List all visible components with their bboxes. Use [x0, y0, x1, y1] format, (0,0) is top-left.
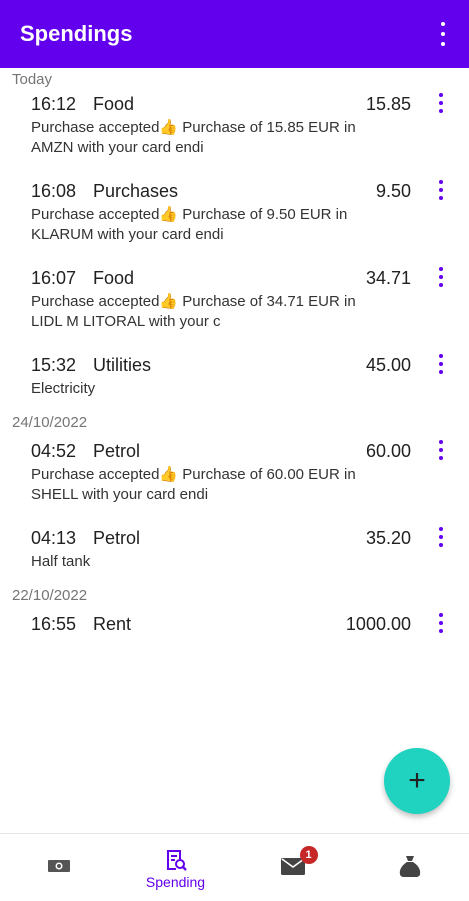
entry-amount: 9.50	[375, 181, 411, 201]
money-bag-icon	[399, 856, 420, 877]
entry-category: Utilities	[93, 355, 152, 375]
spending-entry[interactable]: 04:52 Petrol 60.00 Purchase accepted👍 Purch…	[0, 439, 469, 505]
add-icon: +	[408, 764, 426, 797]
entry-category: Purchases	[93, 181, 179, 201]
unread-badge: 1	[299, 846, 318, 864]
entry-time: 04:13	[31, 528, 77, 548]
entry-note-line: Purchase accepted👍 Purchase of 9.50 EUR …	[31, 206, 348, 223]
entry-note-line: AMZN with your card endi	[31, 139, 204, 156]
banknote-icon	[47, 860, 70, 872]
date-header: 24/10/2022	[12, 414, 88, 431]
entry-time: 16:08	[31, 181, 77, 201]
add-button[interactable]: +	[384, 748, 450, 814]
nav-item-spending[interactable]: Spending	[117, 834, 234, 901]
entry-category: Rent	[93, 614, 132, 634]
more-vert-icon[interactable]	[437, 180, 445, 200]
more-vert-icon[interactable]	[437, 613, 445, 633]
entry-amount: 35.20	[365, 528, 411, 548]
entry-amount: 60.00	[365, 441, 411, 461]
nav-item-savings[interactable]	[351, 834, 468, 901]
spending-list: Today 16:12 Food 15.85 Purchase accepted👍 Pu…	[0, 68, 469, 638]
entry-category: Petrol	[93, 441, 141, 461]
spending-entry[interactable]: 16:12 Food 15.85 Purchase accepted👍 Purchas…	[0, 92, 469, 158]
entry-amount: 15.85	[365, 94, 411, 114]
entry-note-line: Half tank	[31, 553, 91, 570]
entry-note-line: SHELL with your card endi	[31, 486, 209, 503]
date-header: Today	[12, 71, 53, 88]
spending-entry[interactable]: 16:55 Rent 1000.00	[0, 612, 469, 638]
nav-label-spending: Spending	[145, 874, 206, 890]
page-title: Spendings	[20, 21, 133, 46]
spending-entry[interactable]: 04:13 Petrol 35.20 Half tank	[0, 526, 469, 572]
entry-amount: 1000.00	[345, 614, 411, 634]
entry-time: 16:07	[31, 268, 77, 288]
spending-entry[interactable]: 15:32 Utilities 45.00 Electricity	[0, 353, 469, 399]
entry-category: Petrol	[93, 528, 141, 548]
entry-time: 16:12	[31, 94, 77, 114]
entry-note-line: LIDL M LITORAL with your c	[31, 313, 221, 330]
entry-amount: 34.71	[365, 268, 411, 288]
entry-category: Food	[93, 268, 135, 288]
receipt-search-icon	[166, 850, 187, 871]
bottom-navigation: Spending 1	[0, 833, 469, 901]
entry-note-line: Purchase accepted👍 Purchase of 15.85 EUR…	[31, 119, 356, 136]
more-vert-icon[interactable]	[437, 440, 445, 460]
nav-item-messages[interactable]: 1	[234, 834, 351, 901]
entry-time: 16:55	[31, 614, 77, 634]
more-vert-icon[interactable]	[437, 527, 445, 547]
entry-note-line: Electricity	[31, 380, 96, 397]
entry-amount: 45.00	[365, 355, 411, 375]
spending-entry[interactable]: 16:07 Food 34.71 Purchase accepted👍 Purchas…	[0, 266, 469, 332]
more-vert-icon[interactable]	[437, 267, 445, 287]
more-vert-icon[interactable]	[437, 354, 445, 374]
more-vert-icon[interactable]	[437, 93, 445, 113]
app-bar: Spendings	[0, 0, 469, 68]
mail-icon-wrap: 1	[280, 846, 318, 878]
spending-entry[interactable]: 16:08 Purchases 9.50 Purchase accepted👍 Pur…	[0, 179, 469, 245]
entry-time: 15:32	[31, 355, 77, 375]
date-header: 22/10/2022	[12, 587, 88, 604]
entry-note-line: Purchase accepted👍 Purchase of 60.00 EUR…	[31, 466, 356, 483]
entry-time: 04:52	[31, 441, 77, 461]
nav-item-money[interactable]	[0, 834, 117, 901]
entry-note-line: KLARUM with your card endi	[31, 226, 224, 243]
entry-category: Food	[93, 94, 135, 114]
more-vert-icon[interactable]	[433, 22, 453, 46]
entry-note-line: Purchase accepted👍 Purchase of 34.71 EUR…	[31, 293, 356, 310]
